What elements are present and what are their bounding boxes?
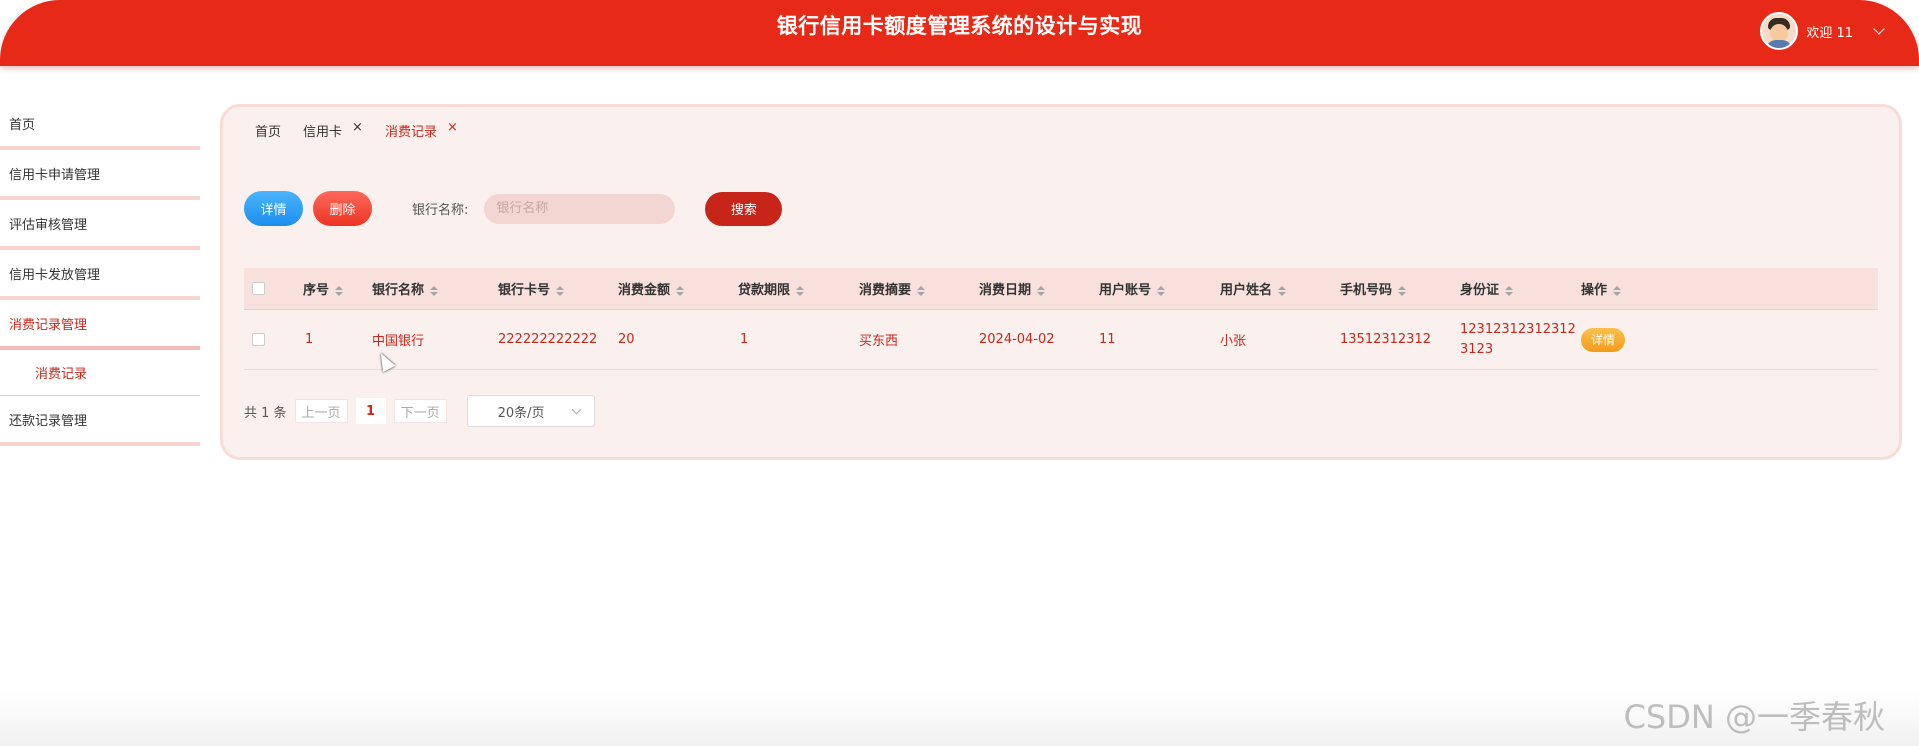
col-header-date[interactable]: 消费日期 [979, 279, 1046, 298]
toolbar: 详情 删除 银行名称: 搜索 [244, 191, 783, 226]
page-number[interactable]: 1 [355, 398, 386, 424]
table-row[interactable]: 1 中国银行 222222222222 20 1 买东西 2024-04-02 … [244, 310, 1878, 370]
col-header-card-no[interactable]: 银行卡号 [498, 279, 565, 298]
welcome-text: 欢迎 11 [1806, 25, 1853, 41]
col-header-summary[interactable]: 消费摘要 [859, 279, 926, 298]
watermark: CSDN @一季春秋 [1623, 698, 1885, 736]
cell-user-name: 小张 [1220, 334, 1247, 349]
col-header-user-name[interactable]: 用户姓名 [1220, 279, 1287, 298]
sort-icon [1278, 285, 1287, 296]
sort-icon [917, 285, 926, 296]
total-count: 共 1 条 [244, 405, 287, 421]
user-menu[interactable]: 欢迎 11 [1760, 12, 1885, 50]
sort-icon [335, 285, 344, 296]
avatar[interactable] [1760, 12, 1799, 50]
prev-page-button[interactable]: 上一页 [294, 399, 348, 423]
detail-button[interactable]: 详情 [244, 191, 303, 226]
tab-bar: 首页 信用卡 × 消费记录 × [255, 120, 480, 140]
sort-icon [1037, 285, 1046, 296]
sort-icon [1157, 285, 1166, 296]
col-header-id-card[interactable]: 身份证 [1460, 279, 1514, 298]
pagination: 共 1 条 上一页 1 下一页 20条/页 [244, 395, 595, 427]
tab-consumption-records[interactable]: 消费记录 × [385, 120, 458, 140]
sort-icon [1505, 285, 1514, 296]
sidebar-item-repayment[interactable]: 还款记录管理 [0, 396, 200, 446]
sort-icon [430, 285, 439, 296]
sidebar-item-consumption[interactable]: 消费记录管理 [0, 300, 200, 350]
cell-phone: 13512312312 [1340, 332, 1431, 347]
col-header-action[interactable]: 操作 [1581, 279, 1622, 298]
search-input[interactable] [484, 193, 676, 224]
top-header: 银行信用卡额度管理系统的设计与实现 欢迎 11 [0, 0, 1919, 66]
main-panel: 首页 信用卡 × 消费记录 × 详情 删除 银行名称: 搜索 序号 银行名称 银… [220, 104, 1902, 460]
col-header-term[interactable]: 贷款期限 [738, 279, 805, 298]
data-table: 序号 银行名称 银行卡号 消费金额 贷款期限 消费摘要 消费日期 用户账号 用户… [244, 268, 1878, 370]
cell-bank-name: 中国银行 [372, 334, 425, 349]
col-header-amount[interactable]: 消费金额 [618, 279, 685, 298]
sort-icon [556, 285, 565, 296]
cell-summary: 买东西 [859, 334, 899, 349]
cell-amount: 20 [618, 332, 635, 347]
col-header-index[interactable]: 序号 [303, 279, 344, 298]
tab-credit-card[interactable]: 信用卡 × [303, 120, 363, 140]
tab-home[interactable]: 首页 [255, 121, 281, 140]
cell-account: 11 [1099, 332, 1116, 347]
cell-id-card: 12312312312312 3123 [1460, 322, 1576, 357]
sort-icon [1398, 285, 1407, 296]
col-header-bank-name[interactable]: 银行名称 [372, 279, 439, 298]
sidebar-item-home[interactable]: 首页 [0, 100, 200, 150]
row-detail-button[interactable]: 详情 [1581, 327, 1625, 352]
sidebar-item-issuance[interactable]: 信用卡发放管理 [0, 250, 200, 300]
cell-action: 详情 [1581, 327, 1625, 352]
next-page-button[interactable]: 下一页 [393, 399, 447, 423]
search-button[interactable]: 搜索 [705, 191, 783, 226]
chevron-down-icon [571, 404, 582, 415]
sort-icon [1613, 285, 1622, 296]
close-icon[interactable]: × [447, 120, 458, 135]
select-all-checkbox[interactable] [252, 282, 265, 295]
row-checkbox[interactable] [252, 333, 265, 346]
cell-index: 1 [305, 332, 314, 347]
sidebar-item-review[interactable]: 评估审核管理 [0, 200, 200, 250]
sidebar-subitem-consumption-records[interactable]: 消费记录 [0, 350, 200, 396]
chevron-down-icon[interactable] [1873, 23, 1885, 35]
cell-date: 2024-04-02 [979, 332, 1055, 347]
col-header-phone[interactable]: 手机号码 [1340, 279, 1407, 298]
cell-term: 1 [740, 332, 749, 347]
search-label: 银行名称: [412, 203, 469, 218]
col-header-account[interactable]: 用户账号 [1099, 279, 1166, 298]
delete-button[interactable]: 删除 [313, 191, 372, 226]
app-title: 银行信用卡额度管理系统的设计与实现 [776, 14, 1143, 38]
page-size-select[interactable]: 20条/页 [466, 395, 595, 427]
table-header: 序号 银行名称 银行卡号 消费金额 贷款期限 消费摘要 消费日期 用户账号 用户… [244, 268, 1878, 310]
cell-card-no: 222222222222 [498, 332, 598, 347]
sort-icon [676, 285, 685, 296]
sort-icon [796, 285, 805, 296]
close-icon[interactable]: × [352, 120, 363, 135]
sidebar-item-card-application[interactable]: 信用卡申请管理 [0, 150, 200, 200]
sidebar: 首页 信用卡申请管理 评估审核管理 信用卡发放管理 消费记录管理 消费记录 还款… [0, 100, 200, 446]
